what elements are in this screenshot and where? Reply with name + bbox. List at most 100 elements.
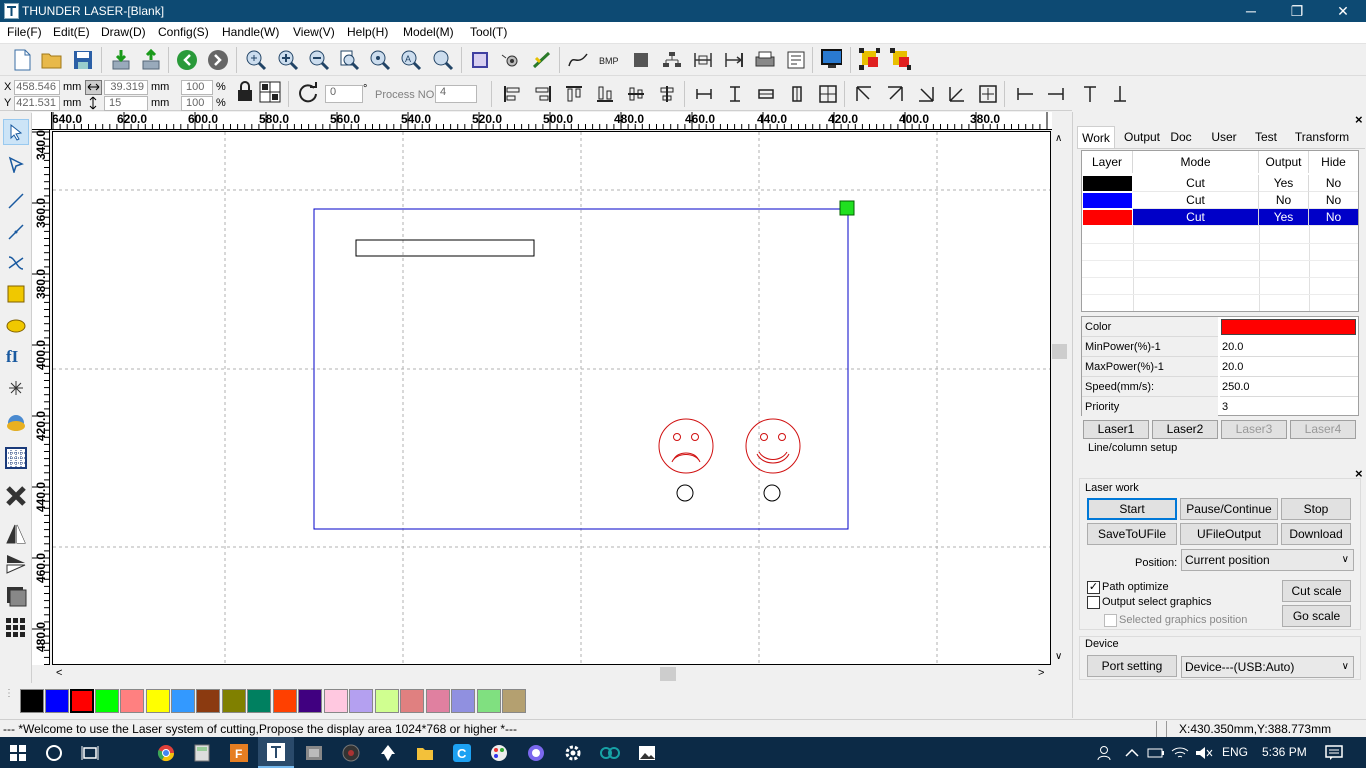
scale-x-field[interactable]: 100 [181,80,213,95]
color-swatch[interactable] [502,689,526,713]
process-no-field[interactable]: 4 [435,85,477,103]
height-field[interactable]: 15 [104,96,148,111]
happy-face-shape[interactable] [745,418,801,474]
layer-hide[interactable]: No [1309,175,1358,192]
prop-minpower-value[interactable]: 20.0 [1220,337,1358,357]
vertical-scrollbar[interactable]: ∧ ∨ [1051,131,1068,665]
y-position-field[interactable]: 421.531 [14,96,60,111]
align-vcenter-icon[interactable] [656,83,678,105]
zoom-select-icon[interactable] [245,49,267,71]
align-right-icon[interactable] [532,83,554,105]
save-icon[interactable] [72,49,94,71]
windows-start-icon[interactable] [0,737,36,768]
rotate-icon[interactable] [297,82,319,104]
download-button[interactable]: Download [1281,523,1351,545]
align-top-icon[interactable] [563,83,585,105]
device-select[interactable]: Device---(USB:Auto) ∨ [1181,656,1354,678]
color-swatch[interactable] [400,689,424,713]
export-icon[interactable] [140,49,162,71]
optimize-path-icon[interactable] [531,49,553,71]
color-swatch[interactable] [20,689,44,713]
task-view-icon[interactable] [72,737,108,768]
bitmap-icon[interactable]: BMP [598,49,620,71]
menu-tool[interactable]: Tool(T) [470,25,507,39]
prop-color-swatch[interactable] [1221,319,1356,335]
tab-doc[interactable]: Doc [1165,126,1197,148]
search-icon[interactable] [36,737,72,768]
mirror-v-icon[interactable] [3,551,29,577]
menu-view[interactable]: View(V) [293,25,335,39]
maximize-button[interactable]: ❐ [1274,0,1320,22]
align-left-icon[interactable] [501,83,523,105]
color-swatch[interactable] [451,689,475,713]
select-arrow-icon[interactable] [3,119,29,145]
scroll-up-icon[interactable]: ∧ [1055,133,1062,144]
small-circle-shape[interactable] [676,484,694,502]
inkscape-icon[interactable] [370,737,406,768]
go-scale-button[interactable]: Go scale [1282,605,1351,627]
scroll-left-icon[interactable]: < [56,667,62,679]
color-swatch[interactable] [95,689,119,713]
black-rect-shape[interactable] [355,239,535,257]
calculator-icon[interactable] [184,737,220,768]
same-size-h-icon[interactable] [755,83,777,105]
move-left-icon[interactable] [1014,83,1036,105]
layer-output[interactable]: Yes [1259,175,1309,192]
image-tool-icon[interactable] [3,583,29,609]
file-explorer-icon[interactable] [407,737,443,768]
point-tool-icon[interactable] [3,375,29,401]
monitor-icon[interactable] [820,48,842,70]
frame-icon[interactable] [469,49,491,71]
document-icon[interactable] [785,49,807,71]
photos-icon[interactable] [629,737,665,768]
prop-maxpower-value[interactable]: 20.0 [1220,357,1358,377]
color-swatch[interactable] [349,689,373,713]
tab-test[interactable]: Test [1247,126,1285,148]
laser-head-icon[interactable] [500,49,522,71]
move-right-icon[interactable] [1045,83,1067,105]
color-swatch[interactable] [324,689,348,713]
layer-row[interactable]: Cut No No [1082,192,1358,209]
tab-output[interactable]: Output [1119,126,1165,148]
tab-laser1[interactable]: Laser1 [1083,420,1149,439]
color-swatch[interactable] [298,689,322,713]
grid-origin-icon[interactable] [259,81,281,103]
horizontal-scrollbar[interactable]: < > [52,665,1051,683]
save-to-ufile-button[interactable]: SaveToUFile [1087,523,1177,545]
scroll-thumb[interactable] [1052,344,1067,359]
zoom-data-icon[interactable] [432,49,454,71]
center-icon[interactable] [817,83,839,105]
color-swatch[interactable] [426,689,450,713]
page-center-icon[interactable] [977,83,999,105]
layer-hide[interactable]: No [1309,192,1358,209]
small-circle-shape[interactable] [763,484,781,502]
position-select[interactable]: Current position ∨ [1181,549,1354,571]
layer-output[interactable]: No [1259,192,1309,209]
arduino-icon[interactable] [592,737,628,768]
h-dist-icon[interactable] [692,49,714,71]
tab-laser2[interactable]: Laser2 [1152,420,1218,439]
array-tool-icon[interactable] [3,445,29,471]
menu-help[interactable]: Help(H) [347,25,388,39]
stop-button[interactable]: Stop [1281,498,1351,520]
align-bottom-icon[interactable] [594,83,616,105]
mirror-h-icon[interactable] [3,521,29,547]
angle-field[interactable]: 0 [325,85,363,103]
notification-icon[interactable] [1316,737,1352,768]
color-swatch[interactable] [273,689,297,713]
color-swatch[interactable] [171,689,195,713]
close-button[interactable]: ✕ [1320,0,1366,22]
film-app-icon[interactable] [296,737,332,768]
corner-top-left-icon[interactable] [853,83,875,105]
same-height-icon[interactable] [724,83,746,105]
line-tool-icon[interactable] [3,188,29,214]
h-arrange-icon[interactable] [723,49,745,71]
panel-close-icon[interactable]: × [1355,112,1363,127]
open-folder-icon[interactable] [41,49,63,71]
color-swatch[interactable] [247,689,271,713]
zoom-fit-icon[interactable]: A [400,49,422,71]
menu-model[interactable]: Model(M) [403,25,454,39]
select-invert-icon[interactable] [889,48,911,70]
tree-icon[interactable] [661,49,683,71]
ufile-output-button[interactable]: UFileOutput [1180,523,1278,545]
